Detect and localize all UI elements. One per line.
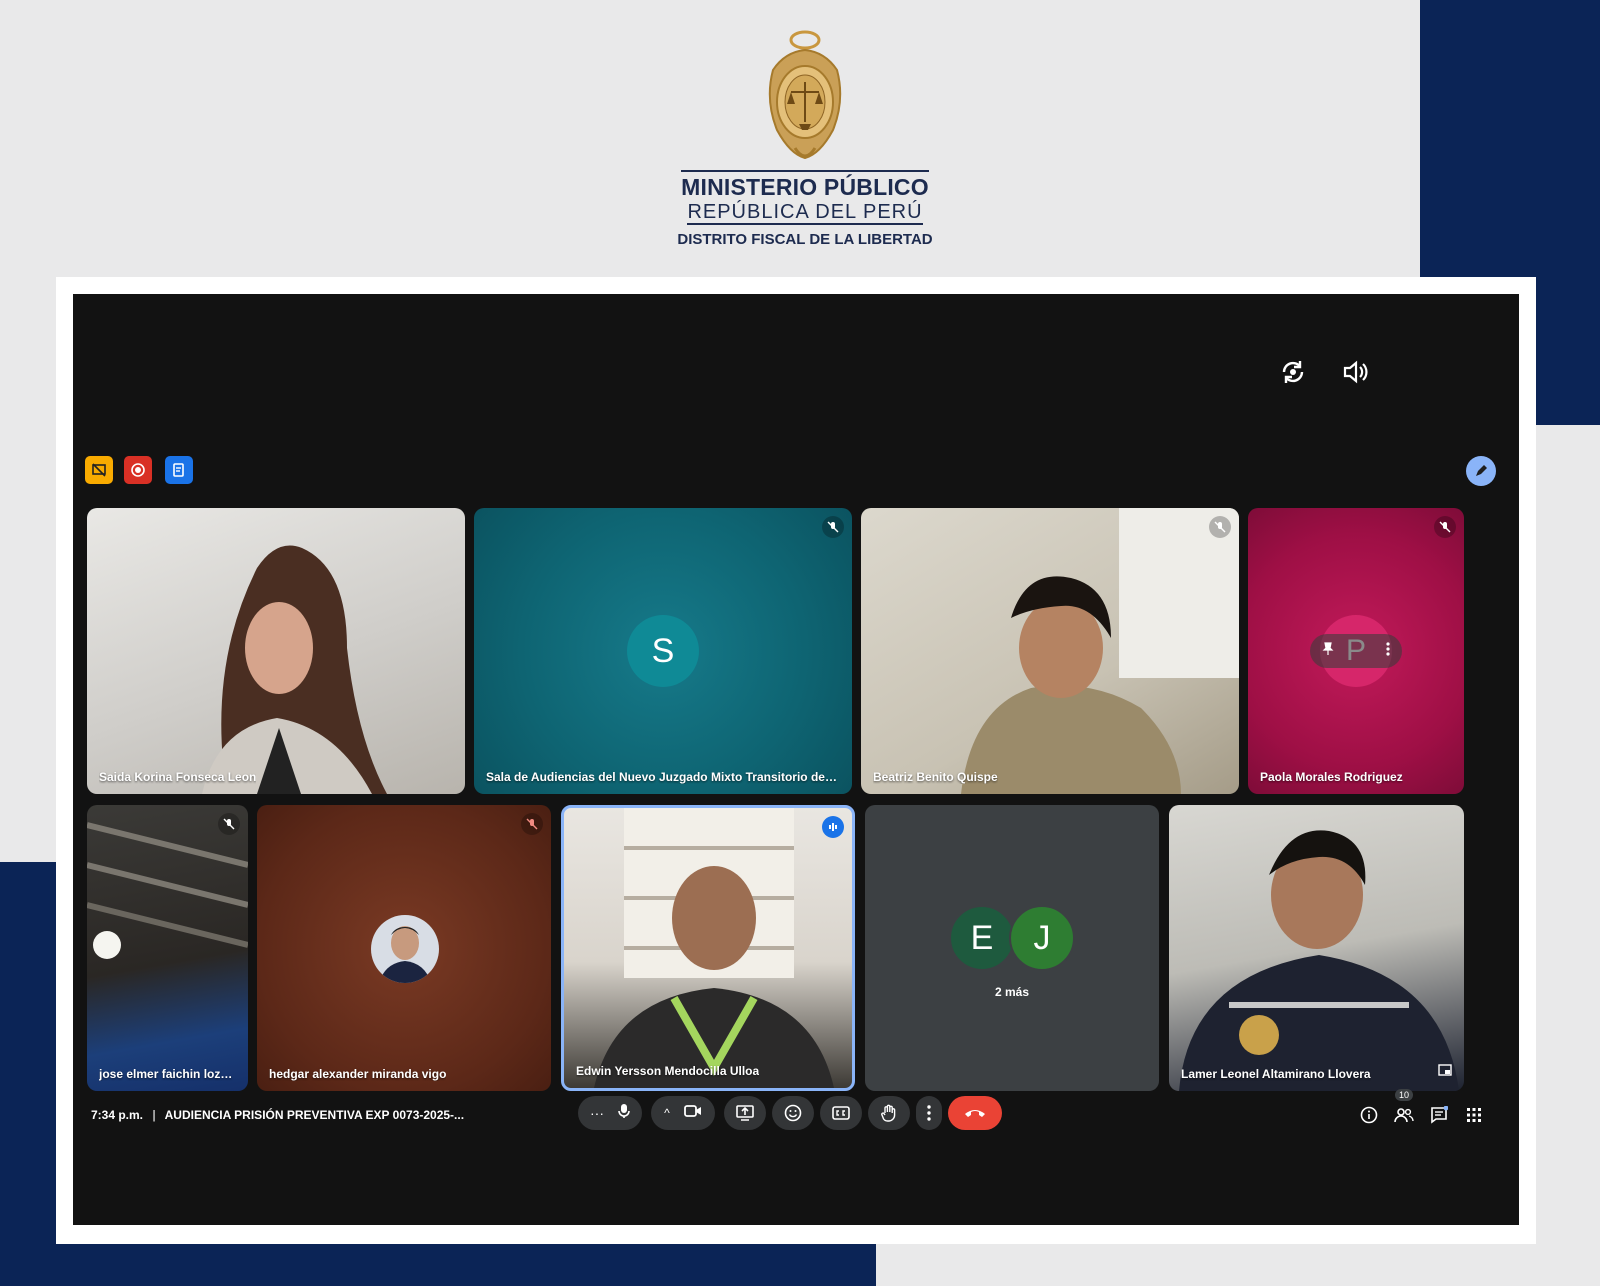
presentation-badge-icon[interactable] (85, 456, 113, 484)
meeting-control-bar: 7:34 p.m. | AUDIENCIA PRISIÓN PREVENTIVA… (73, 1089, 1519, 1132)
participant-tile[interactable]: Beatriz Benito Quispe (861, 508, 1239, 794)
participant-name: Lamer Leonel Altamirano Llovera (1181, 1067, 1371, 1081)
pin-icon[interactable] (1322, 641, 1334, 661)
present-screen-button[interactable] (724, 1096, 766, 1130)
microphone-muted-icon (1434, 516, 1456, 538)
end-call-button[interactable] (948, 1096, 1002, 1130)
notes-badge-icon[interactable] (165, 456, 193, 484)
participant-name: Paola Morales Rodriguez (1260, 770, 1403, 784)
org-district: DISTRITO FISCAL DE LA LIBERTAD (677, 231, 933, 248)
microphone-muted-icon (218, 813, 240, 835)
participant-name: Saida Korina Fonseca Leon (99, 770, 257, 784)
video-controls[interactable]: ^ (651, 1096, 715, 1130)
participant-overflow-tile[interactable]: E J 2 más (865, 805, 1159, 1091)
chat-icon[interactable] (1428, 1104, 1450, 1126)
participant-tile-active-speaker[interactable]: Edwin Yersson Mendocilla Ulloa (561, 805, 855, 1091)
present-screen-icon (736, 1105, 754, 1121)
participant-video-icon (87, 822, 248, 959)
hand-icon (881, 1104, 896, 1122)
microphone-muted-icon (822, 516, 844, 538)
participant-video-icon (1179, 830, 1459, 1091)
reactions-button[interactable] (772, 1096, 814, 1130)
hidden-participants-label: 2 más (994, 985, 1030, 999)
microphone-icon[interactable] (618, 1103, 630, 1124)
speaking-indicator-icon (822, 816, 844, 838)
video-options-icon[interactable]: ^ (664, 1106, 670, 1120)
participant-video-icon (202, 545, 387, 794)
meeting-info-icon[interactable] (1358, 1104, 1380, 1126)
ministerio-header: MINISTERIO PÚBLICO REPÚBLICA DEL PERÚ DI… (660, 30, 950, 250)
microphone-muted-icon (1209, 516, 1231, 538)
participant-video-icon (961, 508, 1239, 794)
participants-count-badge: 10 (1395, 1089, 1414, 1101)
participant-name: Beatriz Benito Quispe (873, 770, 998, 784)
participant-avatar (371, 915, 439, 983)
picture-in-picture-icon[interactable] (1434, 1059, 1456, 1081)
more-options-icon[interactable] (1386, 641, 1390, 661)
org-name: MINISTERIO PÚBLICO (681, 170, 929, 201)
google-meet-window: Saida Korina Fonseca Leon S Sala de Audi… (73, 294, 1519, 1225)
more-vert-icon (927, 1105, 931, 1121)
meeting-time-and-title: 7:34 p.m. | AUDIENCIA PRISIÓN PREVENTIVA… (91, 1108, 465, 1122)
org-country: REPÚBLICA DEL PERÚ (687, 201, 923, 225)
decorative-navy-block-bottom-left (0, 862, 56, 1286)
speaker-volume-icon[interactable] (1335, 352, 1375, 392)
microphone-muted-icon (521, 813, 543, 835)
meeting-time: 7:34 p.m. (91, 1108, 144, 1122)
emoji-icon (784, 1104, 802, 1122)
participant-tile[interactable]: hedgar alexander miranda vigo (257, 805, 551, 1091)
captions-button[interactable] (820, 1096, 862, 1130)
activities-grid-icon[interactable] (1463, 1104, 1485, 1126)
switch-camera-icon[interactable] (1273, 352, 1313, 392)
participant-name: Sala de Audiencias del Nuevo Juzgado Mix… (486, 770, 840, 784)
more-options-button[interactable] (916, 1096, 942, 1130)
participant-avatar: J (1009, 905, 1075, 971)
people-icon[interactable]: 10 (1393, 1089, 1415, 1126)
meeting-title: AUDIENCIA PRISIÓN PREVENTIVA EXP 0073-20… (164, 1108, 465, 1122)
participant-avatar: E (949, 905, 1015, 971)
closed-captions-icon (832, 1106, 850, 1120)
audio-options-icon[interactable]: ··· (590, 1105, 604, 1121)
tile-hover-controls (1310, 634, 1402, 668)
decorative-navy-bar-bottom (0, 1244, 876, 1286)
hang-up-icon (965, 1110, 985, 1117)
companion-pen-icon[interactable] (1466, 456, 1496, 486)
participant-name: Edwin Yersson Mendocilla Ulloa (576, 1064, 760, 1078)
participant-tile[interactable]: Saida Korina Fonseca Leon (87, 508, 465, 794)
ministerio-seal-logo (768, 30, 842, 160)
participant-tile[interactable]: S Sala de Audiencias del Nuevo Juzgado M… (474, 508, 852, 794)
audio-controls[interactable]: ··· (578, 1096, 642, 1130)
camera-icon[interactable] (683, 1104, 702, 1123)
participant-tile[interactable]: P Paola Morales Rodriguez (1248, 508, 1464, 794)
participant-name: hedgar alexander miranda vigo (269, 1067, 447, 1081)
participant-tile[interactable]: jose elmer faichin loza... (87, 805, 248, 1091)
raise-hand-button[interactable] (868, 1096, 910, 1130)
recording-badge-icon[interactable] (124, 456, 152, 484)
participant-avatar: S (627, 615, 699, 687)
participant-name: jose elmer faichin loza... (99, 1067, 236, 1081)
participant-tile[interactable]: Lamer Leonel Altamirano Llovera (1169, 805, 1464, 1091)
participant-video-icon (594, 808, 834, 1088)
